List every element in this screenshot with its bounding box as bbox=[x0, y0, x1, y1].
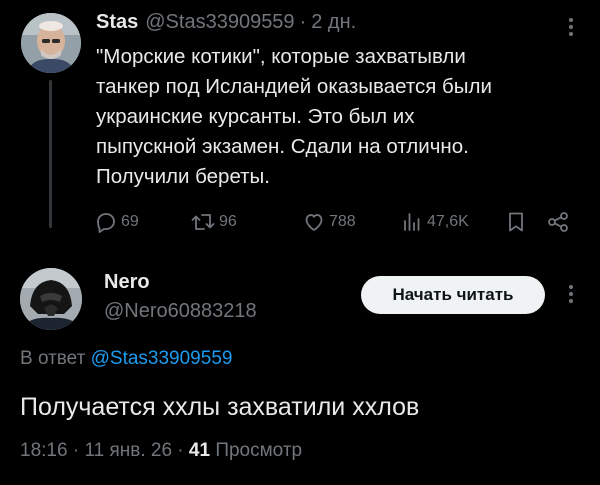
tweet-actions: 69 96 788 47,6K bbox=[94, 208, 584, 236]
author-handle[interactable]: @Nero60883218 bbox=[104, 300, 257, 323]
thread-line bbox=[49, 80, 52, 228]
avatar-nero[interactable] bbox=[20, 268, 82, 330]
reply-context: В ответ @Stas33909559 bbox=[20, 348, 232, 370]
header-separator: · bbox=[299, 11, 307, 33]
tweet-header: Stas @Stas33909559 · 2 дн. bbox=[96, 11, 356, 37]
follow-button[interactable]: Начать читать bbox=[361, 276, 545, 314]
bookmark-icon bbox=[509, 212, 523, 232]
reply-text: Получается ххлы захватили ххлов bbox=[20, 393, 420, 421]
avatar-image bbox=[20, 268, 82, 330]
views-label: Просмотр bbox=[215, 440, 303, 461]
tweet-time[interactable]: 2 дн. bbox=[311, 11, 356, 34]
avatar-image bbox=[21, 13, 81, 73]
like-button[interactable]: 788 bbox=[302, 208, 356, 236]
reply-count: 69 bbox=[121, 213, 139, 230]
more-icon[interactable] bbox=[561, 281, 581, 307]
views-button[interactable]: 47,6K bbox=[400, 208, 469, 236]
views-count: 47,6K bbox=[427, 213, 469, 230]
author-handle[interactable]: @Stas33909559 bbox=[145, 11, 294, 34]
reply-button[interactable]: 69 bbox=[94, 208, 139, 236]
repost-count: 96 bbox=[219, 213, 237, 230]
tweet-text: "Морские котики", которые захватывли тан… bbox=[96, 45, 492, 188]
tweet-meta: 18:16 · 11 янв. 26 · 41 Просмотр bbox=[20, 440, 302, 462]
share-icon bbox=[548, 212, 568, 232]
more-icon[interactable] bbox=[560, 14, 582, 40]
share-button[interactable] bbox=[546, 208, 570, 236]
views-count: 41 bbox=[188, 440, 211, 461]
bookmark-button[interactable] bbox=[504, 208, 528, 236]
repost-icon bbox=[191, 214, 215, 230]
author-name[interactable]: Nero bbox=[104, 271, 150, 294]
reply-icon bbox=[97, 213, 115, 233]
reply-mention-link[interactable]: @Stas33909559 bbox=[91, 348, 233, 369]
like-count: 788 bbox=[329, 213, 356, 230]
repost-button[interactable]: 96 bbox=[190, 208, 237, 236]
meta-separator: · bbox=[72, 440, 80, 461]
heart-icon bbox=[305, 214, 323, 231]
meta-separator: · bbox=[177, 440, 184, 461]
tweet-date[interactable]: 11 янв. 26 bbox=[84, 440, 172, 461]
views-icon bbox=[404, 213, 420, 231]
author-name[interactable]: Stas bbox=[96, 11, 138, 34]
tweet-time[interactable]: 18:16 bbox=[20, 440, 68, 461]
avatar-stas[interactable] bbox=[21, 13, 81, 73]
reply-prefix: В ответ bbox=[20, 348, 86, 369]
